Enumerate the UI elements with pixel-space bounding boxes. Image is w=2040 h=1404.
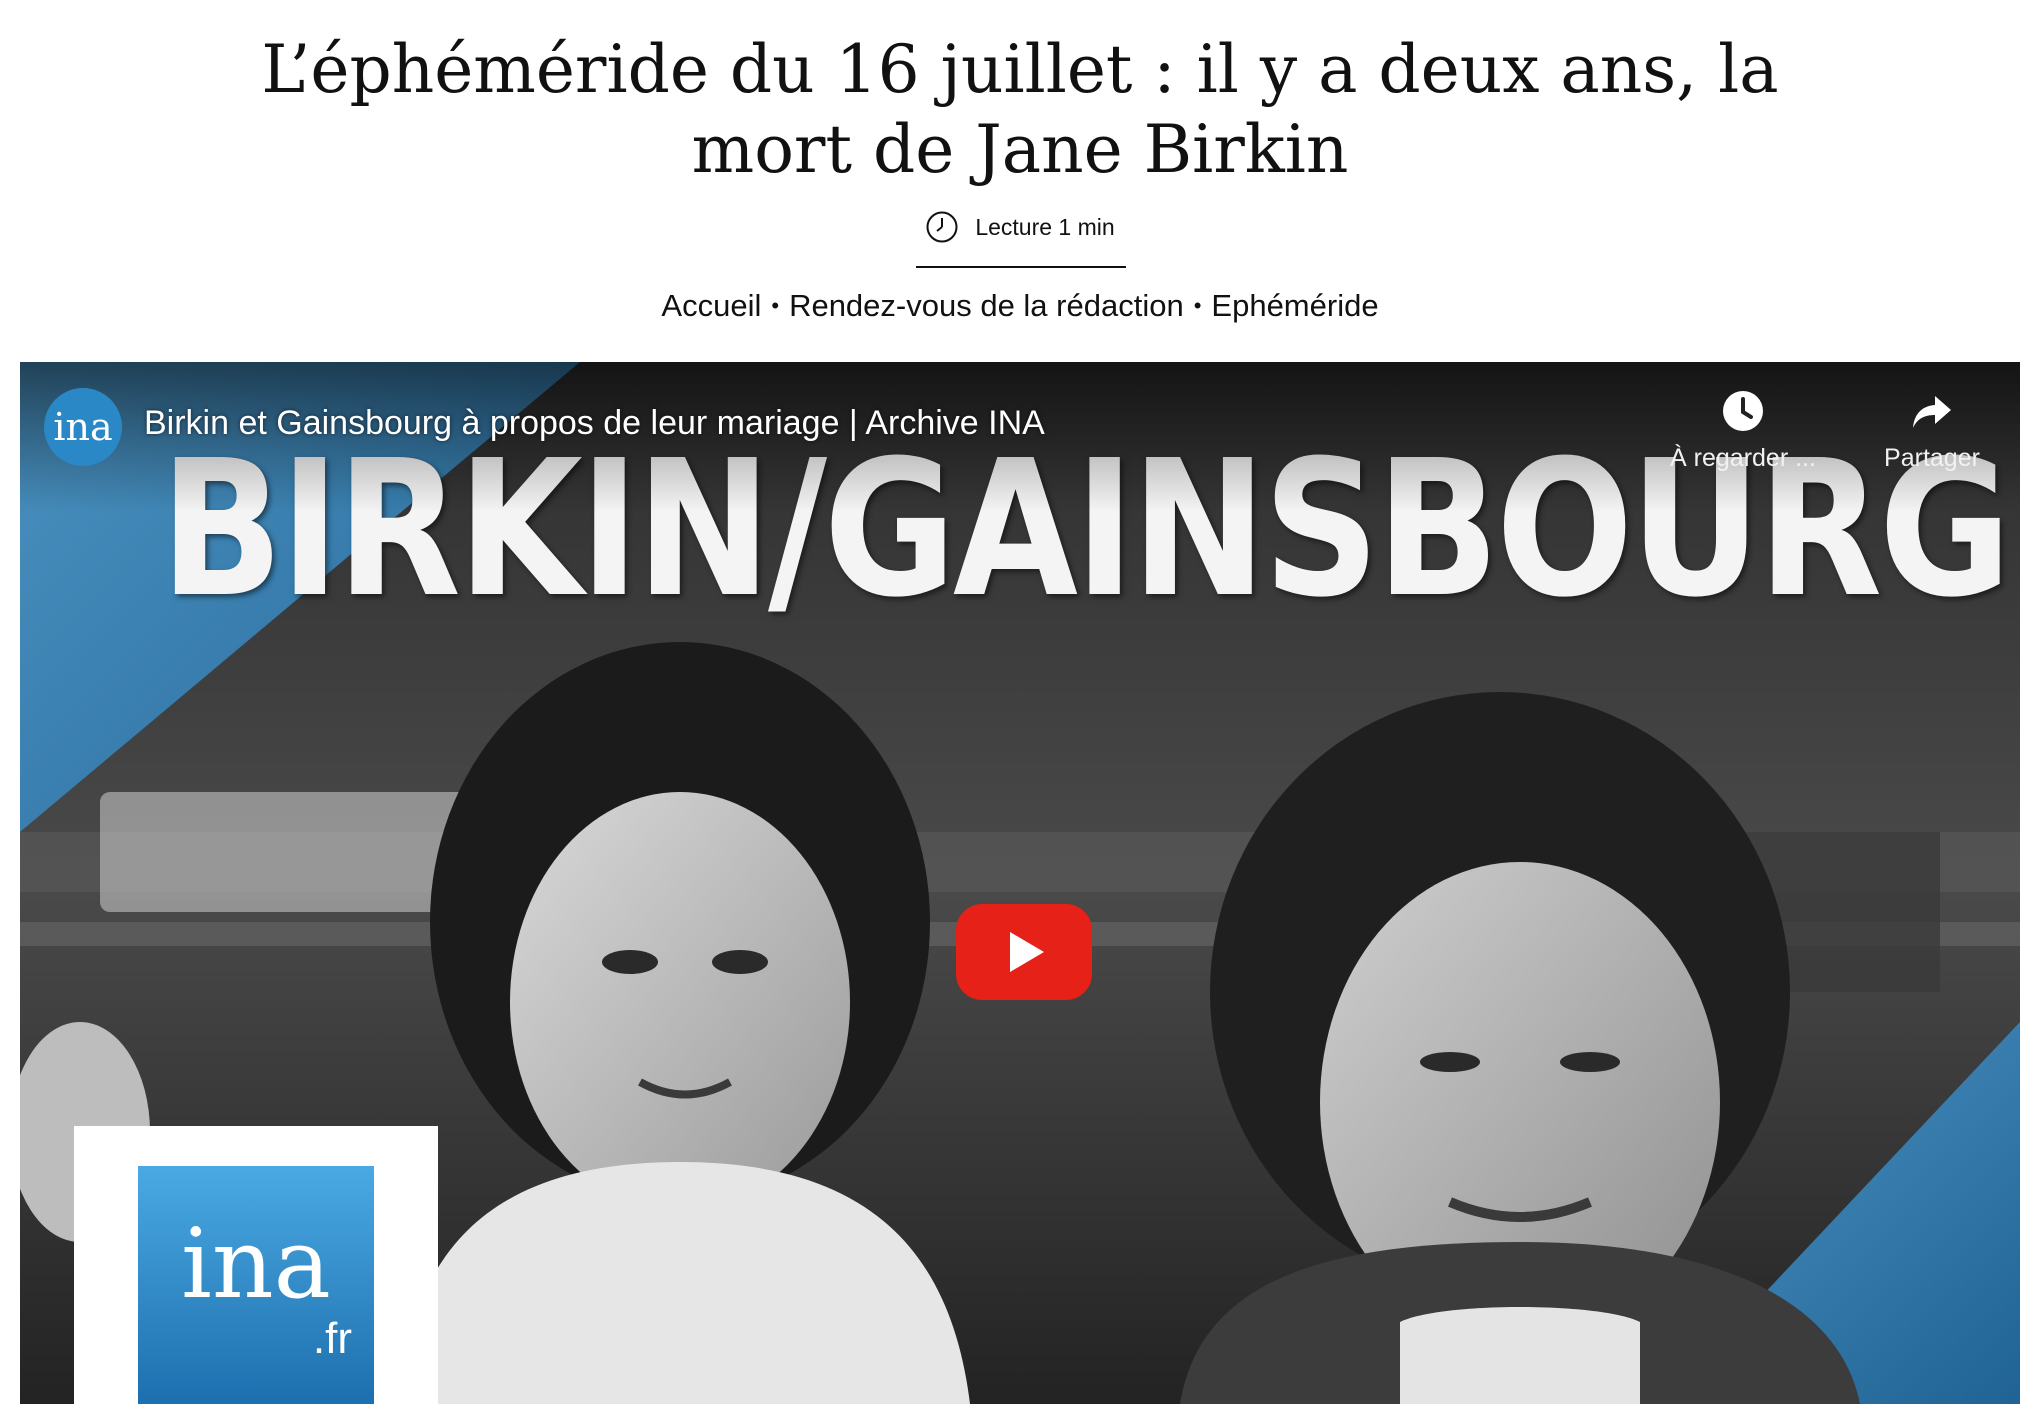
clock-icon: [926, 211, 958, 243]
ina-logo-domain: .fr: [312, 1314, 352, 1363]
clock-icon: [1723, 391, 1763, 431]
breadcrumb-section[interactable]: Rendez-vous de la rédaction: [789, 284, 1184, 328]
article-title: L’éphéméride du 16 juillet : il y a deux…: [261, 31, 1779, 188]
watch-later-label: À regarder ...: [1670, 444, 1816, 472]
breadcrumb-separator: •: [771, 293, 780, 318]
reading-time-label: Lecture 1 min: [975, 213, 1115, 240]
play-button[interactable]: [956, 904, 1092, 1000]
watch-later-button[interactable]: À regarder ...: [1668, 388, 1818, 473]
ina-logo-wordmark: ina: [181, 1208, 331, 1320]
video-embed[interactable]: BIRKIN/GAINSBOURG ina Birkin et Gainsbou…: [20, 362, 2020, 1404]
video-title-link[interactable]: Birkin et Gainsbourg à propos de leur ma…: [144, 404, 1045, 443]
ina-logo: ina .fr: [74, 1126, 438, 1404]
ina-logo-square: ina .fr: [138, 1166, 374, 1404]
breadcrumb: Accueil • Rendez-vous de la rédaction • …: [0, 284, 2040, 328]
share-arrow-icon: [1913, 396, 1951, 428]
breadcrumb-separator: •: [1193, 293, 1202, 318]
breadcrumb-category[interactable]: Ephéméride: [1211, 284, 1378, 328]
reading-time: Lecture 1 min: [0, 210, 2040, 244]
channel-avatar[interactable]: ina: [44, 388, 122, 466]
divider: [916, 266, 1126, 268]
share-label: Partager: [1884, 444, 1980, 472]
breadcrumb-home[interactable]: Accueil: [661, 284, 761, 328]
share-button[interactable]: Partager: [1867, 388, 1997, 473]
